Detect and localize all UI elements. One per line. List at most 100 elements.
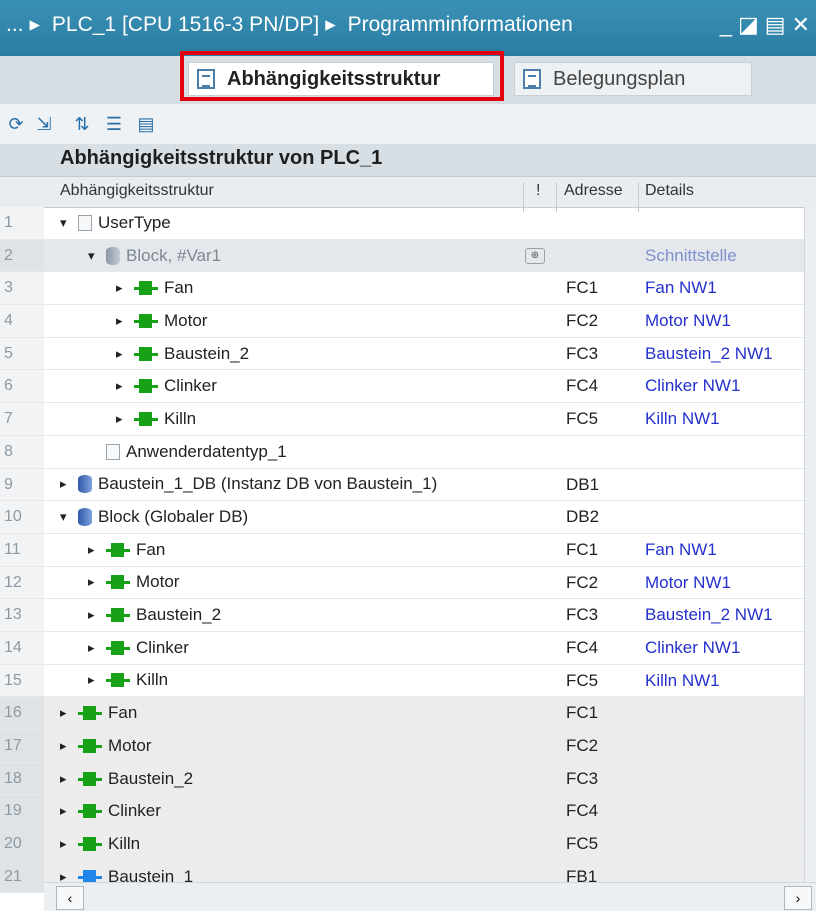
table-row[interactable]: 17 ▸ Motor FC2 — [0, 730, 804, 763]
table-row[interactable]: 20 ▸ Killn FC5 — [0, 828, 804, 861]
toolbar: ⟳ ⇲ ⇅ ☰ ▤ — [0, 104, 816, 144]
table-row[interactable]: 13 ▸ Baustein_2 FC3 Baustein_2 NW1 — [0, 599, 804, 632]
details-link[interactable]: Clinker NW1 — [645, 370, 740, 401]
details-link[interactable]: Killn NW1 — [645, 665, 720, 696]
expand-arrow-icon[interactable]: ▸ — [60, 738, 78, 754]
tree-cell: ▸ Baustein_2 — [88, 599, 221, 631]
address-cell: FC4 — [566, 376, 599, 396]
expand-arrow-icon[interactable]: ▸ — [88, 640, 106, 656]
vertical-scrollbar[interactable] — [804, 207, 816, 882]
red-highlight-frame — [180, 51, 504, 101]
address-cell: FC1 — [566, 278, 599, 298]
expand-arrow-icon[interactable]: ▸ — [116, 378, 134, 394]
expand-arrow-icon[interactable]: ▸ — [116, 411, 134, 427]
expand-arrow-icon[interactable]: ▸ — [88, 607, 106, 623]
details-link[interactable]: Killn NW1 — [645, 403, 720, 434]
function-block-icon — [134, 379, 158, 394]
list-tab-icon — [523, 69, 541, 89]
minimize-icon[interactable]: _ — [720, 12, 738, 37]
expand-arrow-icon[interactable]: ▸ — [88, 574, 106, 590]
tab-assignment-list[interactable]: Belegungsplan — [514, 62, 752, 96]
table-row[interactable]: 4 ▸ Motor FC2 Motor NW1 — [0, 305, 804, 338]
expand-arrow-icon[interactable]: ▸ — [60, 771, 78, 787]
expand-arrow-icon[interactable]: ▸ — [116, 280, 134, 296]
column-header-address[interactable]: Adresse — [564, 182, 623, 200]
expand-arrow-icon[interactable]: ▸ — [60, 803, 78, 819]
collapse-arrow-icon[interactable]: ▾ — [60, 215, 78, 231]
table-row[interactable]: 11 ▸ Fan FC1 Fan NW1 — [0, 533, 804, 567]
function-block-icon — [106, 673, 130, 688]
table-row[interactable]: 14 ▸ Clinker FC4 Clinker NW1 — [0, 631, 804, 665]
row-number: 19 — [0, 795, 44, 828]
dependency-tree-table: 1 ▾ UserType 2 ▾ Block, #Var1 ⊕ Schnittstelle 3 ▸… — [0, 207, 804, 894]
table-row[interactable]: 16 ▸ Fan FC1 — [0, 697, 804, 730]
table-view-icon[interactable]: ▤ — [134, 112, 158, 136]
expand-arrow-icon[interactable]: ▸ — [88, 542, 106, 558]
details-link[interactable]: Schnittstelle — [645, 240, 737, 271]
breadcrumb-ellipsis[interactable]: ... — [6, 13, 24, 36]
expand-arrow-icon[interactable]: ▸ — [60, 476, 78, 492]
collapse-arrow-icon[interactable]: ▾ — [88, 248, 106, 264]
table-row[interactable]: 12 ▸ Motor FC2 Motor NW1 — [0, 566, 804, 600]
item-name: Block (Globaler DB) — [98, 507, 249, 527]
show-all-icon[interactable]: ⇲ — [32, 112, 56, 136]
breadcrumb: ... ▸ PLC_1 [CPU 1516-3 PN/DP] ▸ Programmi… — [6, 12, 579, 37]
details-link[interactable]: Baustein_2 NW1 — [645, 599, 773, 630]
row-number: 6 — [0, 370, 44, 403]
expand-arrow-icon[interactable]: ▸ — [116, 313, 134, 329]
maximize-icon[interactable]: ▤ — [765, 12, 792, 37]
function-block-icon — [78, 771, 102, 786]
row-number: 11 — [0, 533, 44, 566]
table-row[interactable]: 9 ▸ Baustein_1_DB (Instanz DB von Baustein… — [0, 468, 804, 502]
row-number: 20 — [0, 828, 44, 860]
table-row[interactable]: 18 ▸ Baustein_2 FC3 — [0, 762, 804, 796]
details-link[interactable]: Fan NW1 — [645, 534, 717, 565]
breadcrumb-separator-icon: ▸ — [29, 13, 41, 36]
details-link[interactable]: Motor NW1 — [645, 567, 731, 598]
expand-arrow-icon[interactable]: ▸ — [60, 705, 78, 721]
scroll-left-icon[interactable]: ‹ — [56, 886, 84, 910]
expand-collapse-icon[interactable]: ⇅ — [70, 112, 94, 136]
address-cell: FC4 — [566, 637, 599, 657]
table-row[interactable]: 1 ▾ UserType — [0, 207, 804, 240]
table-row[interactable]: 10 ▾ Block (Globaler DB) DB2 — [0, 501, 804, 534]
horizontal-scrollbar[interactable]: ‹ › — [44, 882, 816, 911]
database-icon — [78, 508, 92, 527]
expand-arrow-icon[interactable]: ▸ — [88, 672, 106, 688]
float-icon[interactable]: ◪ — [738, 12, 765, 37]
row-number: 7 — [0, 403, 44, 435]
table-row[interactable]: 15 ▸ Killn FC5 Killn NW1 — [0, 664, 804, 698]
scroll-right-icon[interactable]: › — [784, 886, 812, 910]
table-row[interactable]: 3 ▸ Fan FC1 Fan NW1 — [0, 272, 804, 306]
breadcrumb-plc[interactable]: PLC_1 [CPU 1516-3 PN/DP] — [52, 13, 319, 36]
details-link[interactable]: Motor NW1 — [645, 305, 731, 336]
close-icon[interactable]: ✕ — [792, 12, 816, 37]
details-link[interactable]: Clinker NW1 — [645, 632, 740, 663]
address-cell: FC2 — [566, 572, 599, 592]
table-row[interactable]: 5 ▸ Baustein_2 FC3 Baustein_2 NW1 — [0, 337, 804, 371]
address-cell: DB2 — [566, 507, 600, 527]
table-row[interactable]: 7 ▸ Killn FC5 Killn NW1 — [0, 403, 804, 436]
item-name: Fan — [108, 703, 138, 723]
details-link[interactable]: Baustein_2 NW1 — [645, 338, 773, 369]
list-view-icon[interactable]: ☰ — [102, 112, 126, 136]
expand-arrow-icon[interactable]: ▸ — [60, 836, 78, 852]
table-row[interactable]: 6 ▸ Clinker FC4 Clinker NW1 — [0, 370, 804, 404]
table-row[interactable]: 2 ▾ Block, #Var1 ⊕ Schnittstelle — [0, 239, 804, 273]
address-cell: FC2 — [566, 311, 599, 331]
expand-arrow-icon[interactable]: ▸ — [116, 346, 134, 362]
item-name: Motor — [136, 572, 180, 592]
database-icon — [78, 475, 92, 494]
collapse-arrow-icon[interactable]: ▾ — [60, 509, 78, 525]
details-link[interactable]: Fan NW1 — [645, 272, 717, 303]
table-row[interactable]: 8 Anwenderdatentyp_1 — [0, 435, 804, 469]
item-name: Killn — [136, 670, 169, 690]
tab-label: Belegungsplan — [553, 67, 686, 90]
refresh-icon[interactable]: ⟳ — [4, 112, 28, 136]
column-header-structure[interactable]: Abhängigkeitsstruktur — [60, 182, 214, 200]
tree-cell: ▸ Clinker — [116, 370, 217, 402]
table-row[interactable]: 19 ▸ Clinker FC4 — [0, 795, 804, 829]
column-header-details[interactable]: Details — [645, 182, 694, 200]
breadcrumb-program-info[interactable]: Programminformationen — [348, 13, 573, 36]
column-header-flag[interactable]: ! — [536, 182, 540, 200]
